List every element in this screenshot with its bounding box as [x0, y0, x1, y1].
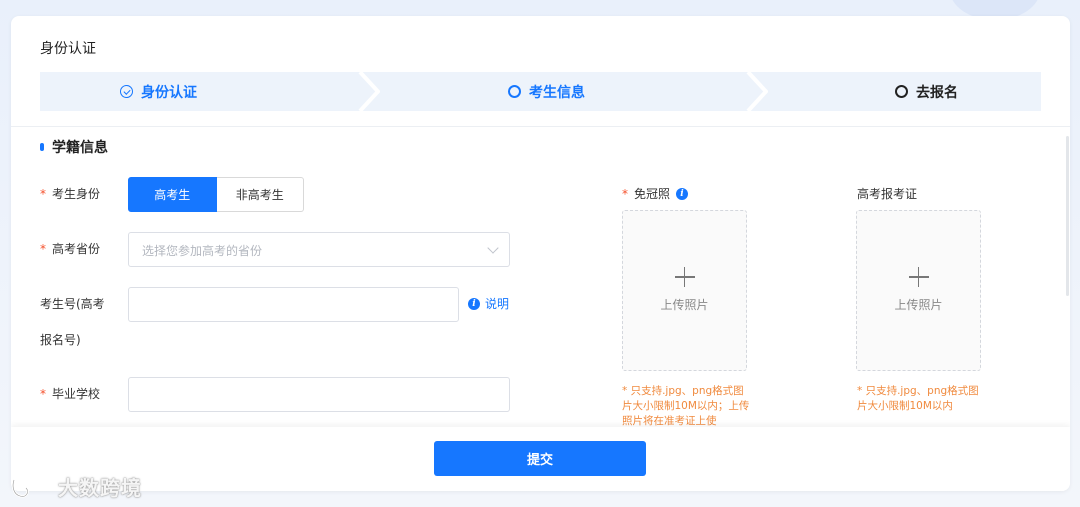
footer-bar: 提交 — [11, 427, 1070, 491]
watermark-logo — [11, 476, 49, 498]
section-title-text: 学籍信息 — [52, 140, 108, 156]
photo-hint: * 只支持.jpg、png格式图片大小限制10M以内；上传照片将在准考证上使 — [622, 385, 750, 427]
info-icon[interactable]: i — [676, 187, 689, 200]
circle-icon — [508, 85, 521, 98]
submit-button[interactable]: 提交 — [434, 441, 646, 476]
admission-label: 高考报考证 — [857, 187, 918, 201]
required-mark: * — [622, 186, 628, 201]
step-identity[interactable]: 身份认证 — [120, 72, 197, 111]
identity-card: 身份认证 身份认证 考生信息 去报名 学籍信息 * 考生身份 高考生 非高考生 — [11, 16, 1070, 491]
identity-label-text: 考生身份 — [52, 187, 101, 201]
progress-steps: 身份认证 考生信息 去报名 — [40, 72, 1041, 111]
chevron-down-icon — [487, 242, 499, 254]
identity-toggle: 高考生 非高考生 — [128, 177, 304, 212]
step-student-info[interactable]: 考生信息 — [508, 72, 585, 111]
upload-text: 上传照片 — [660, 298, 709, 312]
school-input[interactable] — [128, 377, 510, 412]
plus-icon — [908, 267, 929, 287]
plus-icon — [674, 267, 695, 287]
upload-text: 上传照片 — [894, 298, 943, 312]
step-separator — [746, 72, 768, 111]
identity-option-non-gaokao[interactable]: 非高考生 — [216, 177, 304, 212]
admission-upload[interactable]: 上传照片 — [856, 210, 981, 371]
divider — [11, 126, 1070, 127]
required-mark: * — [40, 387, 46, 401]
step-label: 去报名 — [916, 84, 958, 101]
required-mark: * — [40, 242, 46, 256]
watermark-text: 大数跨境 — [58, 476, 142, 500]
province-select[interactable]: 选择您参加高考的省份 — [128, 232, 510, 267]
card-title: 身份认证 — [40, 41, 96, 57]
section-marker — [40, 143, 44, 151]
exam-number-label: 考生号(高考 — [40, 297, 105, 311]
section-title: 学籍信息 — [40, 137, 108, 157]
required-mark: * — [40, 187, 46, 201]
school-label-text: 毕业学校 — [52, 387, 101, 401]
watermark: 大数跨境 — [10, 472, 142, 501]
explain-link[interactable]: i 说明 — [468, 295, 509, 312]
photo-label: * 免冠照 i — [622, 185, 689, 202]
step-label: 身份认证 — [141, 84, 197, 101]
info-icon: i — [468, 297, 480, 310]
exam-number-label-line2: 报名号) — [40, 333, 81, 347]
province-label-text: 高考省份 — [52, 242, 101, 256]
school-label: * 毕业学校 — [40, 385, 100, 402]
identity-label: * 考生身份 — [40, 185, 100, 202]
photo-upload[interactable]: 上传照片 — [622, 210, 747, 371]
step-label: 考生信息 — [529, 84, 585, 101]
check-circle-icon — [120, 85, 133, 98]
step-register[interactable]: 去报名 — [895, 72, 958, 111]
circle-icon — [895, 85, 908, 98]
province-label: * 高考省份 — [40, 240, 100, 257]
identity-option-gaokao[interactable]: 高考生 — [128, 177, 217, 212]
photo-label-text: 免冠照 — [634, 187, 671, 201]
step-separator — [358, 72, 380, 111]
admission-hint: * 只支持.jpg、png格式图片大小限制10M以内 — [857, 385, 979, 412]
province-placeholder: 选择您参加高考的省份 — [142, 244, 263, 258]
scrollbar[interactable] — [1066, 136, 1069, 296]
explain-text: 说明 — [485, 297, 510, 311]
exam-number-input[interactable] — [128, 287, 459, 322]
